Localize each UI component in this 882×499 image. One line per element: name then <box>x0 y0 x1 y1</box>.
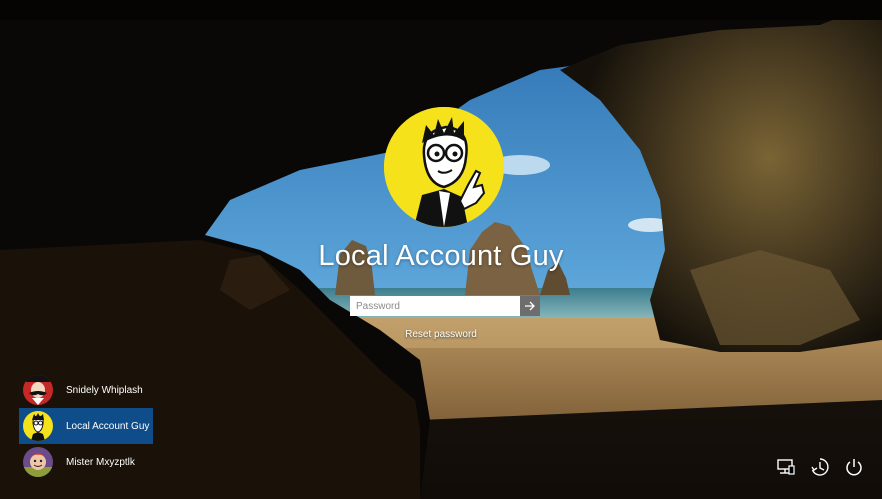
accessibility-icon <box>811 458 829 476</box>
username-label: Local Account Guy <box>318 240 564 272</box>
system-tray <box>776 457 864 477</box>
power-button[interactable] <box>844 457 864 477</box>
power-icon <box>846 459 862 476</box>
user-avatar <box>384 107 504 227</box>
villain-avatar-icon <box>23 375 53 405</box>
user-item-snidely-whiplash[interactable]: Snidely Whiplash <box>19 372 153 408</box>
lock-screen: Local Account Guy Reset password Snidely… <box>0 0 882 499</box>
user-item-label: Mister Mxyzptlk <box>66 456 135 468</box>
arrow-right-icon <box>525 301 535 311</box>
user-item-label: Snidely Whiplash <box>66 384 143 396</box>
avatar <box>23 447 53 477</box>
user-item-local-account-guy[interactable]: Local Account Guy <box>19 408 153 444</box>
reset-password-link[interactable]: Reset password <box>0 329 882 340</box>
user-item-label: Local Account Guy <box>66 420 150 432</box>
password-row <box>350 296 540 316</box>
imp-avatar-icon <box>23 447 53 477</box>
user-switcher: Snidely Whiplash Local Account Guy Miste… <box>19 372 153 480</box>
network-button[interactable] <box>776 457 796 477</box>
network-icon <box>777 459 795 475</box>
password-input[interactable] <box>350 296 520 316</box>
user-item-mister-mxyzptlk[interactable]: Mister Mxyzptlk <box>19 444 153 480</box>
accessibility-button[interactable] <box>810 457 830 477</box>
cartoon-face-icon <box>23 411 53 441</box>
avatar <box>23 375 53 405</box>
submit-button[interactable] <box>520 296 540 316</box>
cartoon-face-icon <box>384 107 504 227</box>
avatar <box>23 411 53 441</box>
